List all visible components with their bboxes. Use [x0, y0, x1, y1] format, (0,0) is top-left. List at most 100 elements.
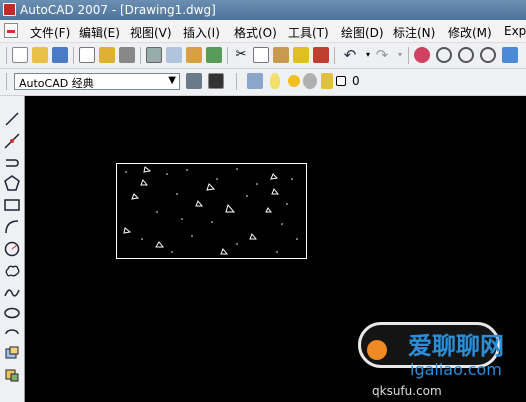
- zoom-window-icon[interactable]: [458, 47, 474, 63]
- construction-line-icon[interactable]: [3, 132, 21, 150]
- document-icon[interactable]: [4, 23, 18, 38]
- polygon-icon[interactable]: [3, 174, 21, 192]
- print-icon[interactable]: [119, 47, 135, 63]
- pan-icon[interactable]: [414, 47, 430, 63]
- dot: [216, 178, 218, 180]
- rectangle-icon[interactable]: [3, 196, 21, 214]
- triangle-shape: [225, 203, 236, 213]
- paste-icon[interactable]: [273, 47, 289, 63]
- chevron-down-icon[interactable]: ▼: [168, 75, 176, 86]
- triangle-shape: [271, 188, 280, 195]
- spline-icon[interactable]: [3, 284, 21, 302]
- toolbar-grip[interactable]: [6, 47, 7, 64]
- selection-rectangle[interactable]: [116, 163, 307, 259]
- dot: [166, 173, 168, 175]
- workspace-value: AutoCAD 经典: [19, 77, 94, 90]
- dot: [291, 178, 293, 180]
- save-icon[interactable]: [52, 47, 68, 63]
- layer-name[interactable]: 0: [352, 74, 360, 88]
- menu-tools[interactable]: 工具(T): [288, 24, 329, 41]
- dot: [141, 238, 143, 240]
- menu-bar: 文件(F) 编辑(E) 视图(V) 插入(I) 格式(O) 工具(T) 绘图(D…: [0, 20, 526, 43]
- redo-dropdown-icon[interactable]: ▾: [392, 47, 408, 63]
- revision-cloud-icon[interactable]: [3, 262, 21, 280]
- watermark-main-text: 爱聊聊网: [408, 332, 504, 360]
- menu-draw[interactable]: 绘图(D): [341, 24, 384, 41]
- publish-icon[interactable]: [186, 47, 202, 63]
- block-editor-icon[interactable]: [313, 47, 329, 63]
- title-bar: AutoCAD 2007 - [Drawing1.dwg]: [0, 0, 526, 20]
- copy-icon[interactable]: [253, 47, 269, 63]
- open-icon[interactable]: [32, 47, 48, 63]
- triangle-shape: [270, 173, 279, 180]
- draw-toolbar: [0, 96, 25, 402]
- autocad-app-icon[interactable]: [3, 3, 16, 16]
- dot: [236, 243, 238, 245]
- insert-block-icon[interactable]: [3, 344, 21, 362]
- dot: [171, 251, 173, 253]
- standard-toolbar: ✂ ↶ ▾ ↷ ▾: [0, 43, 526, 69]
- workspace-select[interactable]: AutoCAD 经典 ▼: [14, 73, 180, 90]
- dot: [176, 193, 178, 195]
- triangle-shape: [195, 200, 204, 207]
- triangle-shape: [155, 241, 165, 248]
- menu-format[interactable]: 格式(O): [234, 24, 277, 41]
- new-drawing-icon[interactable]: [12, 47, 28, 63]
- menu-edit[interactable]: 编辑(E): [79, 24, 120, 41]
- polyline-icon[interactable]: [3, 154, 21, 172]
- open-folder-icon[interactable]: [99, 47, 115, 63]
- dot: [296, 238, 298, 240]
- line-icon[interactable]: [3, 110, 21, 128]
- toolbar-separator: [408, 47, 409, 64]
- window-title: AutoCAD 2007 - [Drawing1.dwg]: [20, 3, 216, 17]
- 3d-dwf-icon[interactable]: [206, 47, 222, 63]
- zoom-previous-icon[interactable]: [480, 47, 496, 63]
- watermark-sub-text: igaliao.com: [410, 360, 502, 379]
- zoom-realtime-icon[interactable]: [436, 47, 452, 63]
- toolbar-separator: [73, 47, 74, 64]
- triangle-shape: [265, 207, 272, 213]
- ellipse-arc-icon[interactable]: [3, 324, 21, 342]
- menu-view[interactable]: 视图(V): [130, 24, 172, 41]
- toolbar-separator: [236, 73, 237, 90]
- dot: [236, 168, 238, 170]
- make-block-icon[interactable]: [3, 366, 21, 384]
- ellipse-icon[interactable]: [3, 304, 21, 322]
- triangle-shape: [140, 179, 149, 186]
- cut-icon[interactable]: ✂: [233, 47, 249, 63]
- menu-file[interactable]: 文件(F): [30, 24, 70, 41]
- layer-color-swatch[interactable]: [336, 76, 346, 86]
- match-properties-icon[interactable]: [293, 47, 309, 63]
- dot: [256, 183, 258, 185]
- plot-preview-icon[interactable]: [166, 47, 182, 63]
- menu-modify[interactable]: 修改(M): [448, 24, 492, 41]
- layer-lock-icon[interactable]: [321, 73, 333, 89]
- plot-icon[interactable]: [146, 47, 162, 63]
- layer-sun-icon[interactable]: [288, 75, 300, 87]
- layer-viewport-icon[interactable]: [303, 73, 317, 89]
- menu-insert[interactable]: 插入(I): [183, 24, 220, 41]
- layer-on-bulb-icon[interactable]: [270, 73, 280, 89]
- watermark-logo-icon: [367, 340, 387, 360]
- properties-icon[interactable]: [502, 47, 518, 63]
- triangle-shape: [131, 193, 140, 200]
- page-icon[interactable]: [79, 47, 95, 63]
- menu-express[interactable]: Exp: [504, 24, 526, 38]
- dot: [246, 195, 248, 197]
- dot: [125, 171, 127, 173]
- triangle-shape: [143, 166, 152, 173]
- triangle-pattern: [123, 166, 298, 255]
- layer-manager-icon[interactable]: [247, 73, 263, 89]
- undo-icon[interactable]: ↶: [342, 47, 358, 63]
- circle-icon[interactable]: [3, 240, 21, 258]
- toolbar-separator: [140, 47, 141, 64]
- dot: [286, 203, 288, 205]
- save-workspace-icon[interactable]: [208, 73, 224, 89]
- workspace-settings-icon[interactable]: [186, 73, 202, 89]
- arc-icon[interactable]: [3, 218, 21, 236]
- toolbar-grip[interactable]: [6, 73, 7, 90]
- redo-icon[interactable]: ↷: [374, 47, 390, 63]
- toolbar-separator: [334, 47, 335, 64]
- menu-dimension[interactable]: 标注(N): [393, 24, 435, 41]
- triangle-shape: [206, 183, 216, 191]
